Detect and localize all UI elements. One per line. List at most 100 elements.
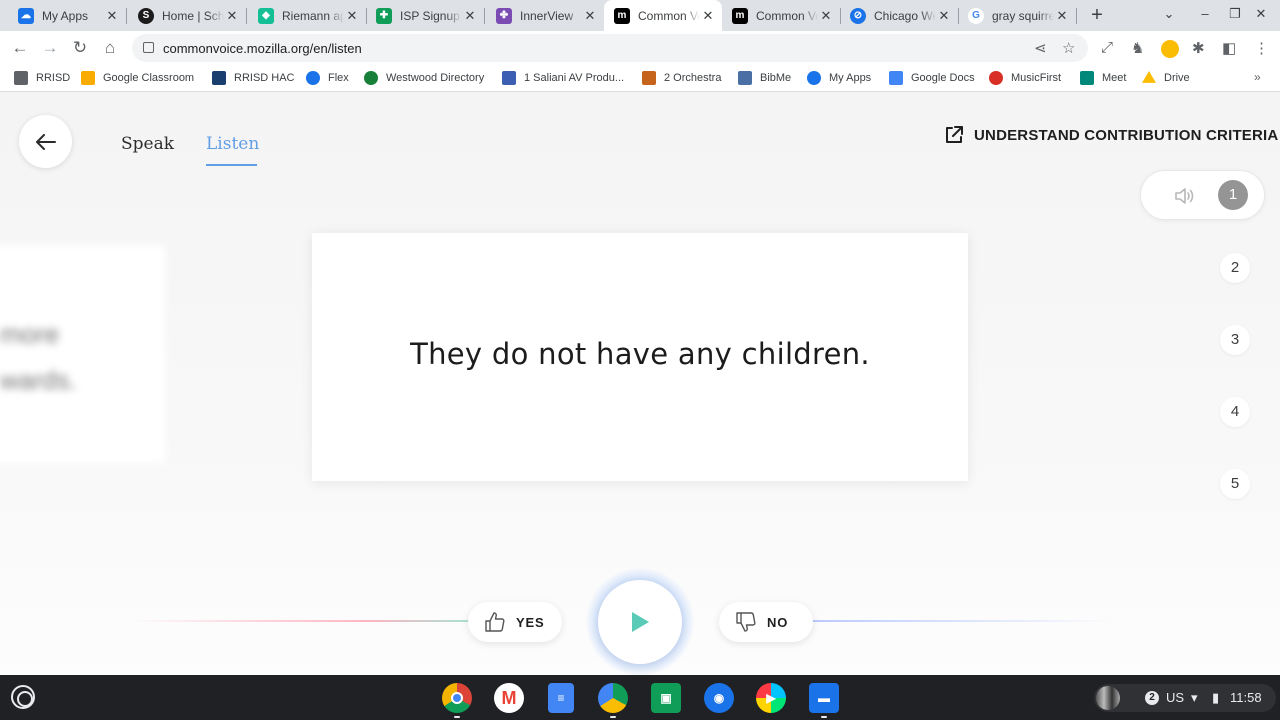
tab-title: Home | Schoology — [162, 8, 224, 23]
close-icon[interactable]: ✕ — [818, 8, 834, 24]
wifi-icon: ▾ — [1191, 690, 1198, 705]
bookmark-item[interactable]: RRISD — [14, 71, 70, 85]
close-icon[interactable]: ✕ — [1054, 8, 1070, 24]
side-panel-icon[interactable]: ◧ — [1222, 39, 1236, 57]
close-icon[interactable]: ✕ — [344, 8, 360, 24]
thumbs-up-icon — [485, 612, 505, 632]
play-store-icon[interactable]: ▶ — [756, 683, 786, 713]
tab-title: My Apps — [42, 8, 89, 23]
avatar[interactable] — [1096, 686, 1120, 710]
close-icon[interactable]: ✕ — [582, 8, 598, 24]
close-window-icon[interactable]: ✕ — [1252, 6, 1270, 22]
incognito-extension-icon[interactable]: ♞ — [1131, 39, 1144, 57]
clip-number-4[interactable]: 4 — [1220, 397, 1250, 427]
back-button[interactable] — [19, 115, 72, 168]
schoology-icon: S — [138, 7, 154, 24]
bookmark-item[interactable]: My Apps — [807, 71, 871, 85]
vote-no-button[interactable]: NO — [719, 602, 813, 642]
tab-gray-squirrel[interactable]: G gray squirrel ✕ — [958, 0, 1076, 31]
tab-my-apps[interactable]: ☁ My Apps ✕ — [8, 0, 126, 31]
docs-icon — [889, 71, 903, 85]
menu-kebab-icon[interactable]: ⋮ — [1254, 39, 1269, 57]
chrome-icon[interactable] — [442, 683, 472, 713]
tab-schoology[interactable]: S Home | Schoology ✕ — [128, 0, 246, 31]
westwood-icon — [364, 71, 378, 85]
classroom-icon[interactable]: ▣ — [651, 683, 681, 713]
tab-speak[interactable]: Speak — [121, 134, 174, 154]
classroom-icon — [81, 71, 95, 85]
vote-yes-button[interactable]: YES — [468, 602, 562, 642]
no-label: NO — [767, 614, 789, 630]
drive-icon — [1142, 71, 1156, 83]
gmail-icon[interactable]: M — [494, 683, 524, 713]
waveform-left — [130, 620, 470, 622]
forward-icon[interactable]: → — [40, 38, 60, 58]
tab-common-voice-active[interactable]: m Common Voice ✕ — [604, 0, 722, 31]
minimize-icon[interactable]: – — [1196, 6, 1214, 21]
bookmark-star-icon[interactable]: ☆ — [1062, 39, 1075, 57]
drive-icon[interactable] — [598, 683, 628, 713]
bookmark-item[interactable]: RRISD HAC — [212, 71, 295, 85]
browser-toolbar: ← → ↻ ⌂ commonvoice.mozilla.org/en/liste… — [0, 31, 1280, 65]
khan-icon: ◆ — [258, 7, 274, 24]
close-icon[interactable]: ✕ — [462, 8, 478, 24]
restore-icon[interactable]: ❐ — [1226, 6, 1244, 22]
bookmark-item[interactable]: Drive — [1142, 71, 1190, 85]
extensions-puzzle-icon[interactable]: ✱ — [1192, 39, 1205, 57]
bookmark-item[interactable]: 2 Orchestra — [642, 71, 721, 85]
new-tab-button[interactable]: + — [1087, 5, 1107, 25]
bookmark-item[interactable]: Meet — [1080, 71, 1126, 85]
bookmark-item[interactable]: BibMe — [738, 71, 791, 85]
mozilla-icon: m — [614, 7, 630, 24]
tab-isp-signup[interactable]: ✚ ISP Signup ✕ — [366, 0, 484, 31]
notification-badge[interactable]: 2 — [1145, 691, 1159, 705]
bookmarks-overflow-icon[interactable]: » — [1254, 70, 1261, 84]
tab-riemann[interactable]: ◆ Riemann approximation ✕ — [248, 0, 366, 31]
clip-number-5[interactable]: 5 — [1220, 469, 1250, 499]
flex-icon — [306, 71, 320, 85]
sentence-text: They do not have any children. — [410, 337, 870, 371]
launcher-icon[interactable] — [11, 685, 35, 709]
previous-sentence-card: more wards. — [0, 245, 165, 463]
files-icon[interactable]: ▬ — [809, 683, 839, 713]
tab-innerview[interactable]: ✤ InnerView ✕ — [486, 0, 604, 31]
bookmark-item[interactable]: Google Classroom — [81, 71, 194, 85]
clip-number-3[interactable]: 3 — [1220, 325, 1250, 355]
clip-number-2[interactable]: 2 — [1220, 253, 1250, 283]
camera-icon[interactable]: ◉ — [704, 683, 734, 713]
tab-listen[interactable]: Listen — [206, 134, 259, 154]
thumbs-down-icon — [736, 612, 756, 632]
docs-icon[interactable]: ≡ — [548, 683, 574, 713]
close-icon[interactable]: ✕ — [224, 8, 240, 24]
home-icon[interactable]: ⌂ — [100, 38, 120, 58]
clock-time[interactable]: 11:58 — [1230, 690, 1262, 705]
play-button[interactable] — [598, 580, 682, 664]
site-info-icon[interactable] — [143, 42, 154, 53]
previous-sentence-fragment: wards. — [0, 365, 77, 395]
musicfirst-icon — [989, 71, 1003, 85]
previous-sentence-fragment: more — [0, 319, 60, 349]
cast-icon[interactable]: ⤢ — [1101, 39, 1113, 56]
clip-number-1[interactable]: 1 — [1218, 180, 1248, 210]
extension-badge-icon[interactable] — [1161, 40, 1179, 58]
tab-common-voice[interactable]: m Common Voice ✕ — [722, 0, 840, 31]
bookmarks-bar: RRISD Google Classroom RRISD HAC Flex We… — [0, 65, 1280, 92]
contribution-criteria-link[interactable]: UNDERSTAND CONTRIBUTION CRITERIA — [944, 125, 1278, 145]
bookmark-item[interactable]: 1 Saliani AV Produ... — [502, 71, 624, 85]
bookmark-item[interactable]: Flex — [306, 71, 349, 85]
close-icon[interactable]: ✕ — [104, 8, 120, 24]
bookmark-item[interactable]: MusicFirst — [989, 71, 1061, 85]
bookmark-item[interactable]: Google Docs — [889, 71, 975, 85]
url-text[interactable]: commonvoice.mozilla.org/en/listen — [163, 41, 362, 56]
close-icon[interactable]: ✕ — [936, 8, 952, 24]
close-icon[interactable]: ✕ — [700, 8, 716, 24]
clip-active-pill[interactable]: 1 — [1140, 170, 1265, 220]
share-icon[interactable]: ⋖ — [1034, 39, 1047, 57]
address-bar[interactable]: commonvoice.mozilla.org/en/listen ⋖ ☆ — [132, 34, 1088, 62]
reload-icon[interactable]: ↻ — [70, 38, 90, 58]
back-icon[interactable]: ← — [10, 38, 30, 58]
tab-chicago-weather[interactable]: ⊘ Chicago Weather ✕ — [840, 0, 958, 31]
bookmark-item[interactable]: Westwood Directory — [364, 71, 484, 85]
ime-indicator[interactable]: US — [1166, 690, 1184, 705]
tab-search-icon[interactable]: ⌄ — [1160, 6, 1178, 22]
